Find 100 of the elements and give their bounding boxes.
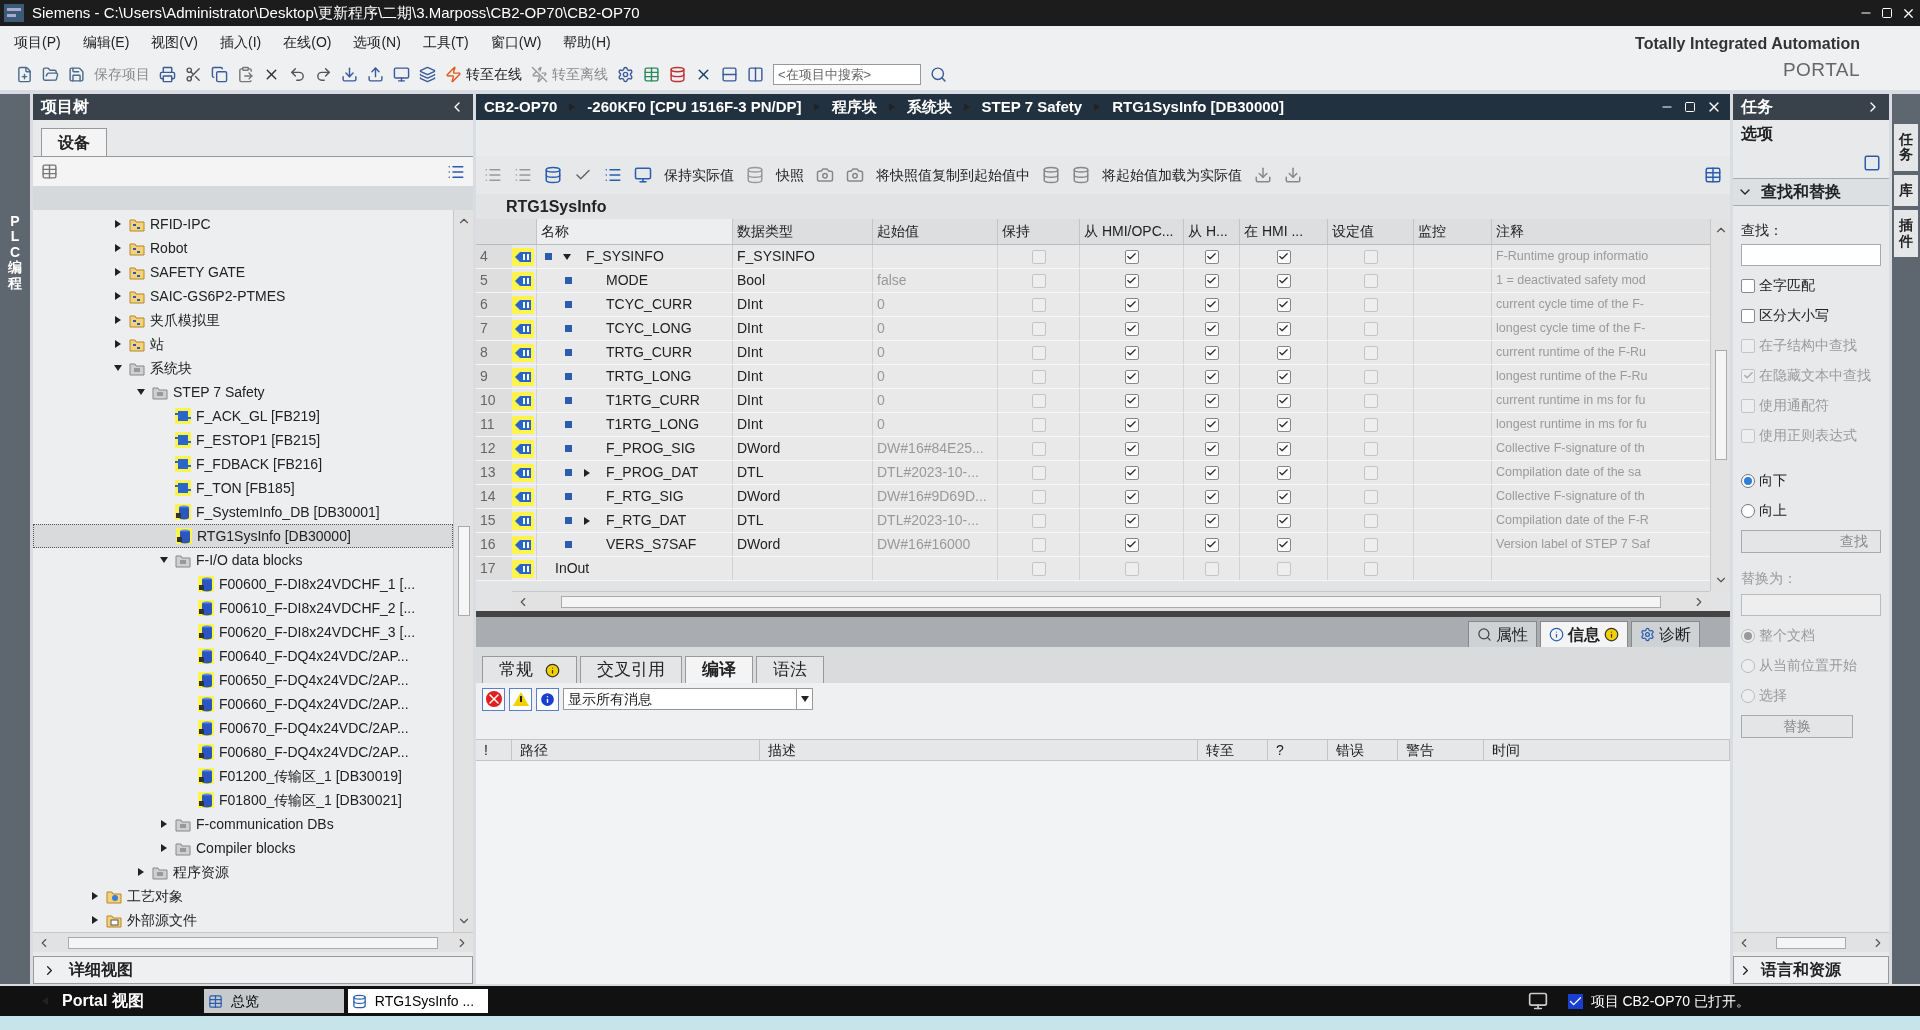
database-icon[interactable]	[351, 993, 367, 1009]
variable-name[interactable]: T1RTG_CURR	[606, 390, 700, 411]
database-icon[interactable]	[544, 166, 562, 184]
download-icon[interactable]	[1254, 166, 1272, 184]
checkbox[interactable]	[1363, 537, 1378, 552]
collapsed-arrow-icon[interactable]	[582, 515, 592, 526]
checkbox[interactable]	[1363, 273, 1378, 288]
breadcrumb-item[interactable]: CB2-OP70	[484, 95, 558, 119]
data-type-cell[interactable]: DWord	[732, 533, 872, 556]
radio-button[interactable]	[1741, 473, 1755, 488]
folder-icon[interactable]	[42, 65, 59, 83]
layout-icon[interactable]	[1863, 154, 1881, 172]
checkbox[interactable]	[1204, 249, 1219, 264]
checkbox[interactable]	[1124, 441, 1139, 456]
split-horizontal-icon[interactable]	[721, 65, 738, 83]
tree-item[interactable]: 外部源文件	[33, 908, 453, 932]
tree-item[interactable]: 站	[33, 332, 453, 356]
data-type-cell[interactable]: DInt	[732, 413, 872, 436]
column-header[interactable]: 数据类型	[732, 219, 872, 244]
split-vertical-icon[interactable]	[747, 65, 764, 83]
column-header[interactable]: 名称	[536, 219, 732, 244]
tree-item[interactable]: F00640_F-DQ4x24VDC/2AP...	[33, 644, 453, 668]
checkbox[interactable]	[1363, 441, 1378, 456]
checkbox[interactable]	[1363, 393, 1378, 408]
column-header[interactable]: 监控	[1413, 219, 1491, 244]
variable-name[interactable]: TRTG_LONG	[606, 366, 692, 387]
tab[interactable]: 设备	[41, 128, 107, 156]
data-type-cell[interactable]: DInt	[732, 365, 872, 388]
language-resources-bar[interactable]: 语言和资源	[1733, 956, 1889, 984]
checkbox[interactable]	[1124, 465, 1139, 480]
menu-item[interactable]: 在线(O)	[283, 31, 332, 53]
breadcrumb-item[interactable]: -260KF0 [CPU 1516F-3 PN/DP]	[587, 95, 802, 119]
checkbox[interactable]	[1031, 561, 1046, 576]
checkbox[interactable]	[1363, 345, 1378, 360]
horizontal-scrollbar[interactable]	[33, 932, 473, 952]
variable-name[interactable]: VERS_S7SAF	[606, 534, 697, 555]
monitor-icon[interactable]	[634, 166, 652, 184]
collapsed-arrow-icon[interactable]	[113, 339, 123, 349]
tree-item[interactable]: F00650_F-DQ4x24VDC/2AP...	[33, 668, 453, 692]
variable-name[interactable]: T1RTG_LONG	[606, 414, 700, 435]
checkbox[interactable]	[1276, 297, 1291, 312]
collapsed-arrow-icon[interactable]	[90, 891, 100, 901]
monitor-icon[interactable]	[393, 65, 410, 83]
data-type-cell[interactable]: DTL	[732, 461, 872, 484]
new-file-icon[interactable]	[16, 65, 33, 83]
download-icon[interactable]	[1284, 166, 1302, 184]
portal-view-button[interactable]: Portal 视图	[40, 989, 144, 1013]
checkbox[interactable]	[1363, 369, 1378, 384]
tree-item[interactable]: F_TON [FB185]	[33, 476, 453, 500]
checkbox[interactable]	[1363, 417, 1378, 432]
breadcrumb-item[interactable]: 程序块	[831, 95, 877, 119]
info-icon[interactable]	[1549, 627, 1564, 642]
side-tab[interactable]: PLC 编程	[8, 214, 22, 984]
tab[interactable]: 交叉引用	[580, 656, 682, 683]
breadcrumb-item[interactable]: STEP 7 Safety	[981, 95, 1083, 119]
save-icon[interactable]	[68, 65, 85, 83]
tree-item[interactable]: Robot	[33, 236, 453, 260]
message-filter-dropdown[interactable]: 显示所有消息	[563, 688, 813, 710]
section-header[interactable]: 查找和替换	[1733, 178, 1889, 206]
checkbox[interactable]	[1276, 393, 1291, 408]
tree-item[interactable]: 程序资源	[33, 860, 453, 884]
menu-item[interactable]: 工具(T)	[422, 31, 469, 53]
tree-item[interactable]: F_ESTOP1 [FB215]	[33, 428, 453, 452]
checkbox[interactable]	[1124, 489, 1139, 504]
expanded-arrow-icon[interactable]	[136, 387, 146, 397]
checkbox[interactable]	[1363, 465, 1378, 480]
checkbox[interactable]	[1031, 513, 1046, 528]
tree-item[interactable]: F_ACK_GL [FB219]	[33, 404, 453, 428]
table-icon[interactable]	[207, 993, 223, 1009]
collapsed-arrow-icon[interactable]	[159, 819, 169, 829]
checkbox[interactable]	[1363, 489, 1378, 504]
checkbox[interactable]	[1204, 537, 1219, 552]
tree-item[interactable]: F01800_传输区_1 [DB30021]	[33, 788, 453, 812]
scroll-thumb[interactable]	[561, 595, 1661, 608]
tab[interactable]: 编译	[685, 656, 753, 683]
horizontal-scrollbar[interactable]	[1733, 932, 1889, 952]
breadcrumb-item[interactable]: 系统块	[906, 95, 952, 119]
tree-item[interactable]: 系统块	[33, 356, 453, 380]
data-type-cell[interactable]: DWord	[732, 485, 872, 508]
search-field[interactable]: <在项目中搜索>	[773, 63, 921, 85]
error-filter-icon[interactable]	[482, 687, 505, 711]
warning-filter-icon[interactable]	[509, 687, 532, 711]
tree-item[interactable]: Compiler blocks	[33, 836, 453, 860]
collapsed-arrow-icon[interactable]	[159, 843, 169, 853]
menu-item[interactable]: 帮助(H)	[563, 31, 611, 53]
maximize-icon[interactable]	[1881, 7, 1893, 19]
radio-button[interactable]	[1741, 503, 1755, 518]
tree-item[interactable]: F01200_传输区_1 [DB30019]	[33, 764, 453, 788]
checkbox[interactable]	[1124, 345, 1139, 360]
column-header[interactable]: 起始值	[872, 219, 997, 244]
variable-name[interactable]: F_PROG_SIG	[606, 438, 696, 459]
checkbox[interactable]	[1031, 249, 1046, 264]
variable-name[interactable]: MODE	[606, 270, 648, 291]
vertical-scrollbar[interactable]	[453, 210, 473, 932]
tree-item[interactable]: SAIC-GS6P2-PTMES	[33, 284, 453, 308]
checkbox[interactable]	[1031, 297, 1046, 312]
checkbox[interactable]	[1276, 417, 1291, 432]
table-icon[interactable]	[643, 65, 660, 83]
side-tab[interactable]: 插件	[1894, 210, 1918, 257]
data-type-cell[interactable]: Bool	[732, 269, 872, 292]
